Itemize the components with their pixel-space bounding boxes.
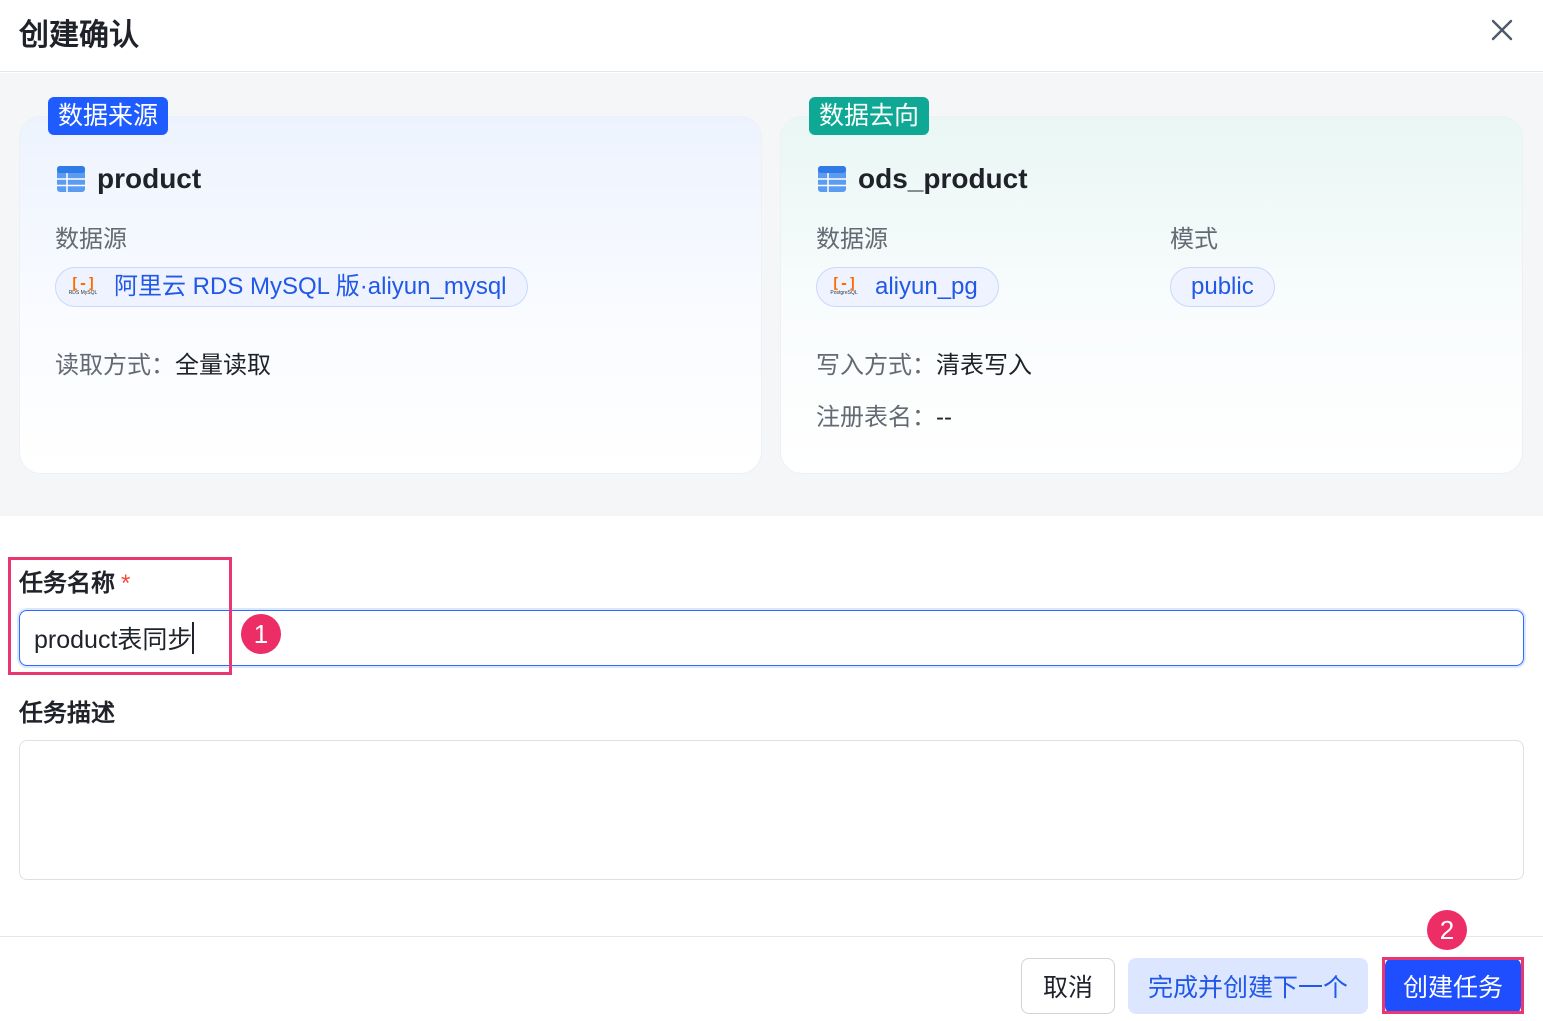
target-datasource-label: 数据源 xyxy=(816,226,888,253)
target-datasource-pill[interactable]: [-] PostgreSQL aliyun_pg xyxy=(816,267,999,307)
target-datasource-value: aliyun_pg xyxy=(875,273,978,300)
source-tag: 数据来源 xyxy=(48,97,169,135)
target-table-name: ods_product xyxy=(858,163,1028,194)
source-datasource-label: 数据源 xyxy=(55,226,127,253)
create-next-button[interactable]: 完成并创建下一个 xyxy=(1128,958,1368,1014)
rds-mysql-icon: [-] RDS MySQL xyxy=(68,276,98,296)
target-tag: 数据去向 xyxy=(809,97,930,135)
postgresql-icon: [-] PostgreSQL xyxy=(830,276,858,296)
task-desc-input[interactable] xyxy=(19,740,1524,880)
close-icon[interactable] xyxy=(1484,12,1520,48)
source-datasource-pill[interactable]: [-] RDS MySQL 阿里云 RDS MySQL 版·aliyun_mys… xyxy=(55,267,528,307)
dialog-header: 创建确认 xyxy=(0,0,1543,72)
cancel-button[interactable]: 取消 xyxy=(1021,958,1115,1014)
step-badge-2: 2 xyxy=(1427,910,1467,950)
dialog-title: 创建确认 xyxy=(19,19,139,52)
sync-overview: 数据来源 数据去向 product 数据源 [-] RDS MySQL 阿里云 … xyxy=(0,73,1543,516)
highlight-task-name xyxy=(8,557,232,675)
source-datasource-value: 阿里云 RDS MySQL 版·aliyun_mysql xyxy=(114,273,507,300)
table-icon xyxy=(57,166,85,192)
target-table: ods_product xyxy=(818,163,1028,195)
source-table-name: product xyxy=(97,163,202,194)
task-desc-label: 任务描述 xyxy=(19,700,115,727)
highlight-create-button xyxy=(1382,957,1524,1014)
target-schema-pill[interactable]: public xyxy=(1170,267,1275,307)
target-write-mode: 写入方式：清表写入 xyxy=(816,352,1032,379)
step-badge-1: 1 xyxy=(241,614,281,654)
footer-divider xyxy=(0,936,1543,937)
source-table: product xyxy=(57,163,201,195)
target-register-name: 注册表名：-- xyxy=(816,404,952,431)
target-schema-label: 模式 xyxy=(1170,226,1218,253)
table-icon xyxy=(818,166,846,192)
source-read-mode: 读取方式：全量读取 xyxy=(55,352,271,379)
